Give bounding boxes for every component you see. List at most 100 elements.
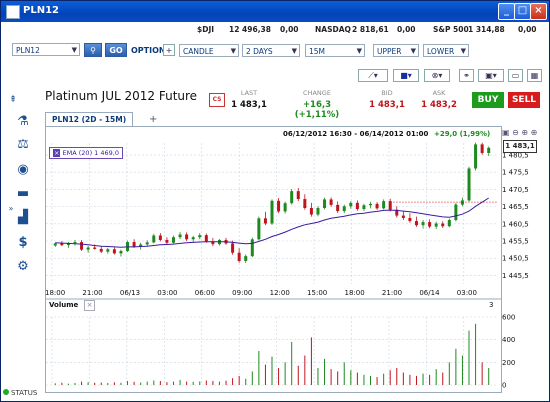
bar-chart-icon[interactable]: ▟ xyxy=(13,209,33,227)
line-tool-button[interactable]: ⟋▾ xyxy=(358,69,388,82)
link-icon: ⚭ xyxy=(463,71,470,80)
y-tick-label: 1 460,5 xyxy=(502,220,529,228)
candle-body xyxy=(185,234,189,240)
candle-body xyxy=(375,203,379,209)
minimize-button[interactable]: _ xyxy=(498,3,515,20)
option-add-button[interactable]: + xyxy=(163,44,175,56)
candle-body xyxy=(474,144,478,169)
candle-body xyxy=(355,202,359,210)
upper-indicator-select[interactable]: UPPER ▼ xyxy=(373,44,419,57)
tab-chart[interactable]: PLN12 (2D - 15M) xyxy=(45,112,134,127)
dollar-icon[interactable]: $ xyxy=(13,234,33,252)
zoom-in-icon[interactable]: ⊕ xyxy=(521,128,528,137)
y-tick-label: 1 465,5 xyxy=(502,203,529,211)
last-quote: LAST 1 483,1 xyxy=(229,89,269,110)
chart-type-value: CANDLE xyxy=(183,47,214,56)
scales-icon[interactable]: ⚖ xyxy=(13,136,33,154)
x-tick-label: 03:00 xyxy=(157,289,177,297)
sell-button[interactable]: SELL xyxy=(508,92,540,108)
candle-body xyxy=(283,203,287,212)
candle-body xyxy=(99,248,103,252)
y-tick-label: 1 455,5 xyxy=(502,238,529,246)
ema-legend[interactable]: × EMA (20) 1 469,0 xyxy=(49,147,123,159)
change-label: CHANGE xyxy=(303,89,331,97)
candle-body xyxy=(336,204,340,212)
y-tick-label: 1 445,5 xyxy=(502,272,529,280)
y-tick-label: 1 470,5 xyxy=(502,186,529,194)
lower-indicator-select[interactable]: LOWER ▼ xyxy=(423,44,469,57)
candle-body xyxy=(244,256,248,261)
microscope-icon[interactable]: ⚗ xyxy=(13,113,33,131)
range-value: 2 DAYS xyxy=(246,47,273,56)
chart-change: +29,0 (1,99%) xyxy=(434,130,491,138)
bid-value: 1 483,1 xyxy=(369,100,405,110)
app-icon xyxy=(6,5,20,19)
fit-icon[interactable]: ▣ xyxy=(502,128,510,137)
candle-body xyxy=(191,237,195,240)
chart-zoom-controls: ▣ ⊖ ⊕ ⊕ xyxy=(502,128,537,137)
maximize-button[interactable]: □ xyxy=(514,3,531,20)
search-button[interactable]: ⚲ xyxy=(84,43,102,57)
symbol-select[interactable]: PLN12 ▼ xyxy=(12,43,80,56)
ask-quote: ASK 1 483,2 xyxy=(417,89,461,110)
gear-icon[interactable]: ⚙ xyxy=(13,258,33,276)
candle-body xyxy=(204,235,208,242)
collapse-icon[interactable]: ⇞ xyxy=(3,91,23,109)
crosshair-icon: ⊗▾ xyxy=(431,71,443,80)
volume-tick-label: 200 xyxy=(502,359,515,367)
candle-body xyxy=(421,222,425,226)
chevron-down-icon: ▼ xyxy=(230,47,236,55)
candle-body xyxy=(145,242,149,245)
eye-icon[interactable]: ◉ xyxy=(13,161,33,179)
x-tick-label: 09:00 xyxy=(232,289,252,297)
toolbar: PLN12 ▼ ⚲ GO OPTION + CANDLE ▼ 2 DAYS ▼ 15M… xyxy=(1,37,549,65)
bid-quote: BID 1 483,1 xyxy=(365,89,409,110)
zoom-icon[interactable]: ⊕ xyxy=(531,128,538,137)
candle-body xyxy=(296,191,300,200)
status-dot-icon xyxy=(3,389,9,395)
option-label: OPTION xyxy=(131,46,166,55)
zoom-out-icon[interactable]: ⊖ xyxy=(512,128,519,137)
cs-badge[interactable]: CS xyxy=(209,93,225,107)
ticker-value: 1 314,88 xyxy=(468,25,505,34)
candle-body xyxy=(171,237,175,243)
close-icon[interactable]: × xyxy=(53,149,61,157)
interval-select[interactable]: 15M ▼ xyxy=(305,44,365,57)
go-button[interactable]: GO xyxy=(105,43,127,57)
candle-body xyxy=(106,249,110,252)
candle-body xyxy=(434,223,438,227)
candle-body xyxy=(447,220,451,227)
chevron-down-icon: ▼ xyxy=(291,47,297,55)
close-volume-icon[interactable]: × xyxy=(84,300,95,311)
disk-icon: ▣▾ xyxy=(485,71,497,80)
link-button[interactable]: ⚭ xyxy=(459,69,474,82)
save-button[interactable]: ▣▾ xyxy=(478,69,504,82)
candle-body xyxy=(250,239,254,257)
window-layout-button[interactable]: ▭ xyxy=(508,69,523,82)
chevron-down-icon: ▼ xyxy=(356,47,362,55)
title-bar: PLN12 _ □ × xyxy=(1,1,549,22)
color-picker-button[interactable]: ■▾ xyxy=(393,69,419,82)
close-button[interactable]: × xyxy=(530,3,547,20)
candle-body xyxy=(382,201,386,209)
price-chart[interactable]: 1 480,51 475,51 470,51 465,51 460,51 455… xyxy=(45,127,529,392)
ticker-label: NASDAQ xyxy=(315,25,351,34)
lower-value: LOWER xyxy=(427,47,455,56)
grid-layout-button[interactable]: ▦ xyxy=(527,69,542,82)
candle-body xyxy=(329,199,333,205)
candle-body xyxy=(441,223,445,227)
candle-body xyxy=(388,201,392,210)
x-tick-label: 06/13 xyxy=(120,289,140,297)
x-tick-label: 21:00 xyxy=(82,289,102,297)
candle-body xyxy=(460,200,464,205)
chevron-down-icon: ▼ xyxy=(71,46,77,54)
buy-button[interactable]: BUY xyxy=(472,92,504,108)
erase-tool-button[interactable]: ⊗▾ xyxy=(424,69,450,82)
ticker-change: 0,00 xyxy=(280,25,299,34)
ticker-value: 2 818,61 xyxy=(352,25,389,34)
range-select[interactable]: 2 DAYS ▼ xyxy=(242,44,300,57)
chart-type-select[interactable]: CANDLE ▼ xyxy=(179,44,239,57)
ask-label: ASK xyxy=(432,89,446,97)
status-label: STATUS xyxy=(11,389,38,397)
add-tab-button[interactable]: + xyxy=(149,114,157,125)
